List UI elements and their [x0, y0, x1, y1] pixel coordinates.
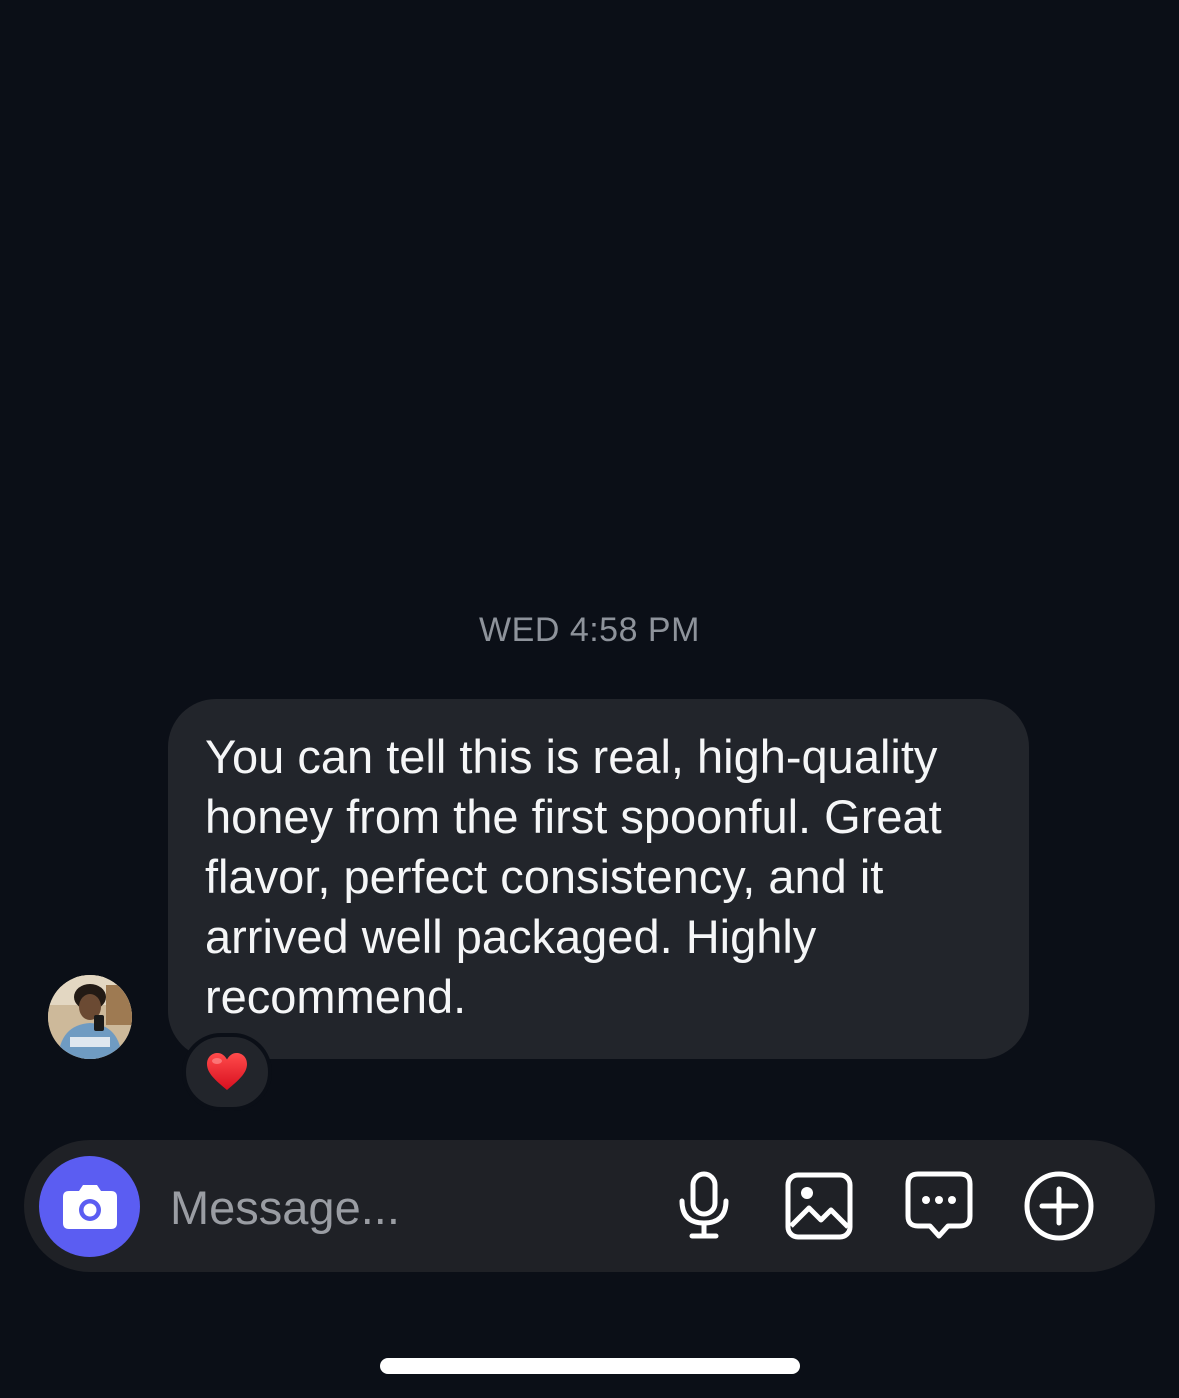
chat-bubble-icon — [905, 1171, 973, 1239]
camera-icon — [62, 1184, 117, 1229]
heart-reaction[interactable] — [182, 1033, 272, 1111]
message-timestamp: WED 4:58 PM — [479, 611, 700, 649]
plus-circle-icon — [1024, 1171, 1094, 1241]
camera-button[interactable] — [39, 1156, 140, 1257]
heart-icon — [207, 1053, 247, 1090]
microphone-icon — [679, 1171, 729, 1239]
avatar-image — [48, 975, 132, 1059]
gallery-icon — [785, 1172, 853, 1240]
sender-avatar[interactable] — [48, 975, 132, 1059]
message-bubble[interactable]: You can tell this is real, high-quality … — [168, 699, 1029, 1059]
message-composer — [24, 1140, 1155, 1272]
dm-thread-screen: WED 4:58 PM You can tell this is real, h… — [0, 0, 1179, 1398]
gallery-button[interactable] — [781, 1168, 857, 1244]
message-input[interactable] — [168, 1170, 652, 1244]
microphone-button[interactable] — [666, 1168, 742, 1244]
home-indicator[interactable] — [380, 1358, 800, 1374]
sticker-button[interactable] — [901, 1168, 977, 1244]
add-button[interactable] — [1021, 1168, 1097, 1244]
